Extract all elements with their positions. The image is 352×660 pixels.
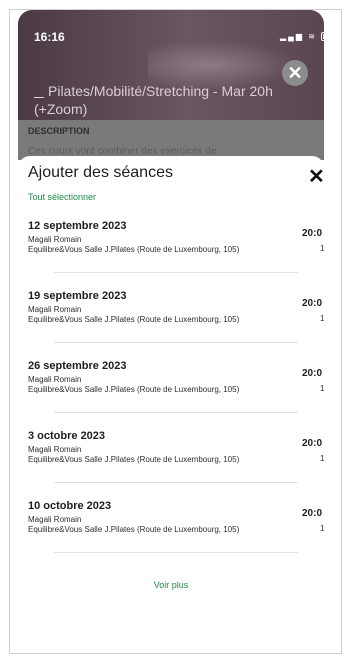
session-coach: Magali Romain [28,235,82,244]
session-item[interactable]: 19 septembre 2023 Magali Romain Equilibr… [28,290,324,346]
signal-icon: ▂▄▆ [280,32,304,41]
wifi-icon: ≋ [308,32,317,41]
session-place: Equilibre&Vous Salle J.Pilates (Route de… [28,315,240,324]
status-time: 16:16 [34,30,65,44]
session-place: Equilibre&Vous Salle J.Pilates (Route de… [28,455,240,464]
class-title: Pilates/Mobilité/Stretching - Mar 20h (+… [34,82,314,118]
session-time: 20:0 [302,298,323,309]
description-label: DESCRIPTION [28,126,90,136]
session-coach: Magali Romain [28,375,82,384]
session-time: 20:0 [302,368,323,379]
status-icons: ▂▄▆ ≋ [280,32,338,42]
session-time: 20:0 [302,508,323,519]
divider [54,482,298,483]
divider [54,412,298,413]
session-count: 1 [320,454,324,463]
session-date: 10 octobre 2023 [28,500,112,512]
see-more-link[interactable]: Voir plus [18,580,324,590]
select-all-link[interactable]: Tout sélectionner [28,192,96,202]
session-place: Equilibre&Vous Salle J.Pilates (Route de… [28,385,240,394]
session-place: Equilibre&Vous Salle J.Pilates (Route de… [28,525,240,534]
session-count: 1 [320,314,324,323]
session-time: 20:0 [302,228,323,239]
location-pin-icon [34,87,44,98]
session-place: Equilibre&Vous Salle J.Pilates (Route de… [28,245,240,254]
session-coach: Magali Romain [28,515,82,524]
session-coach: Magali Romain [28,305,82,314]
session-item[interactable]: 3 octobre 2023 Magali Romain Equilibre&V… [28,430,324,486]
session-item[interactable]: 26 septembre 2023 Magali Romain Equilibr… [28,360,324,416]
session-item[interactable]: 12 septembre 2023 Magali Romain Equilibr… [28,220,324,276]
sheet-title: Ajouter des séances [28,164,173,181]
divider [54,272,298,273]
session-count: 1 [320,244,324,253]
session-count: 1 [320,524,324,533]
battery-icon [321,32,338,42]
session-date: 26 septembre 2023 [28,360,127,372]
session-count: 1 [320,384,324,393]
class-title-text: Pilates/Mobilité/Stretching - Mar 20h (+… [34,83,273,117]
session-date: 12 septembre 2023 [28,220,127,232]
session-time: 20:0 [302,438,323,449]
session-date: 19 septembre 2023 [28,290,127,302]
add-sessions-sheet: Ajouter des séances ✕ Tout sélectionner … [18,156,324,646]
divider [54,342,298,343]
close-icon[interactable]: ✕ [308,164,324,189]
session-item[interactable]: 10 octobre 2023 Magali Romain Equilibre&… [28,500,324,556]
close-circle-icon[interactable]: ✕ [282,60,308,86]
session-date: 3 octobre 2023 [28,430,106,442]
divider [54,552,298,553]
session-coach: Magali Romain [28,445,82,454]
